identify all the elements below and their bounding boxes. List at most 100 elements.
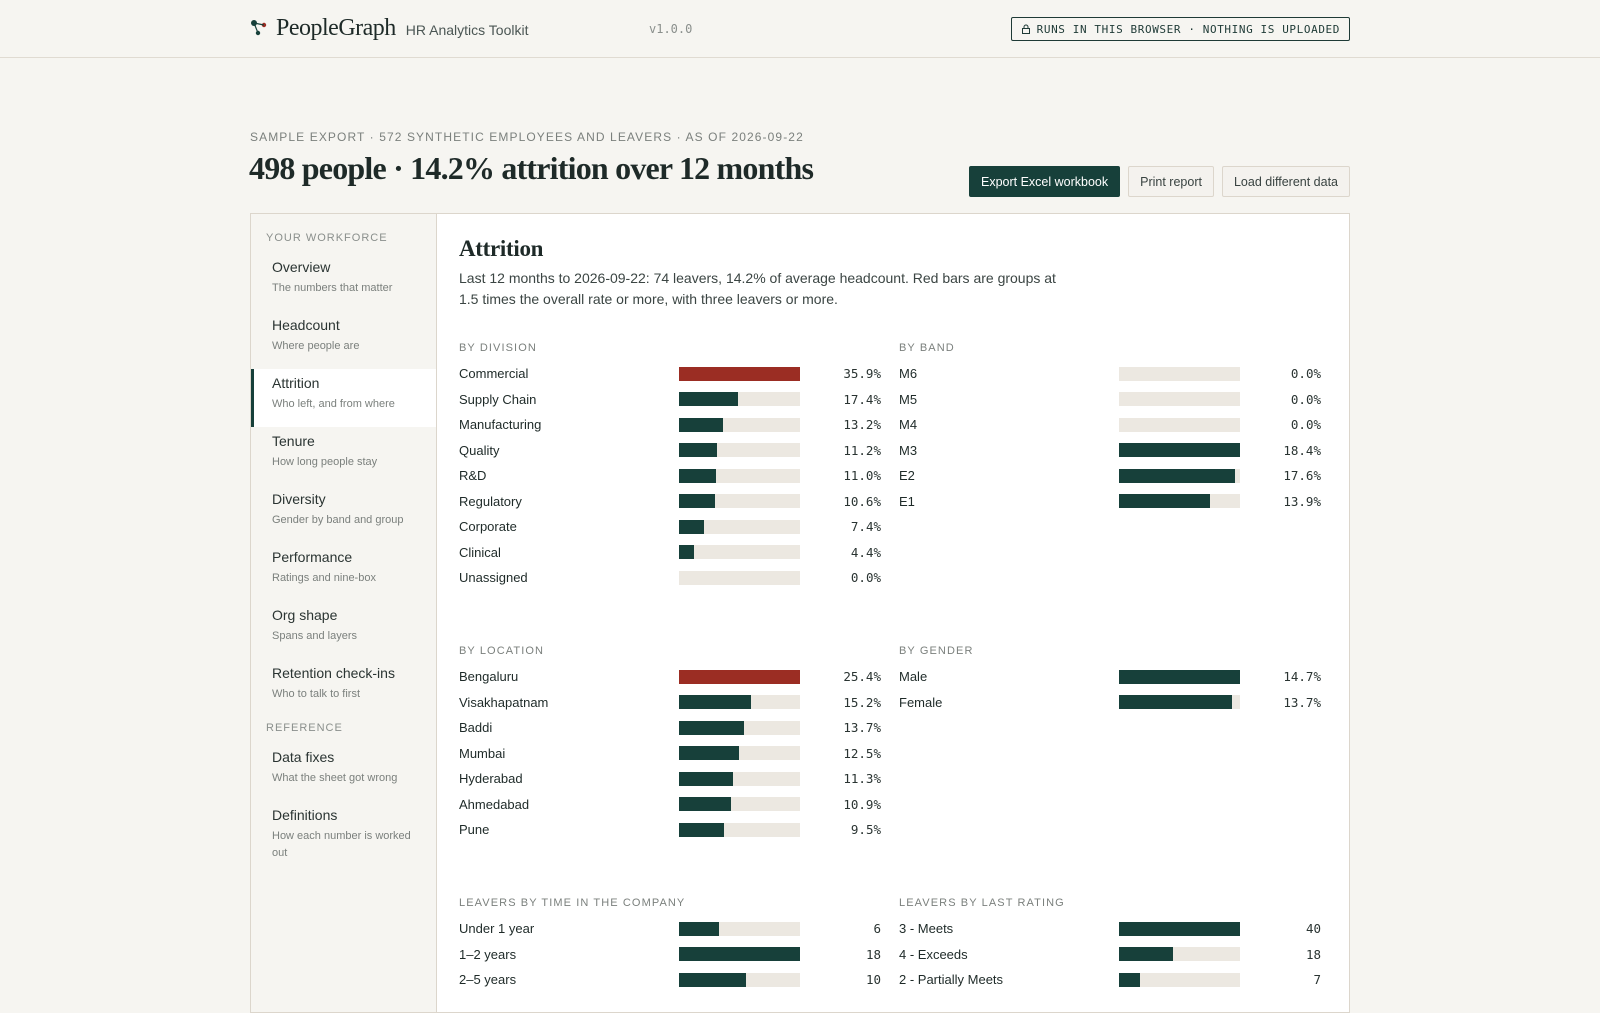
sidebar-item-org-shape[interactable]: Org shape Spans and layers (251, 601, 436, 659)
bar-row: Corporate 7.4% (459, 514, 881, 540)
sidebar-item-definitions[interactable]: Definitions How each number is worked ou… (251, 801, 436, 876)
bar-row: Pune 9.5% (459, 817, 881, 843)
bar-label: E1 (899, 493, 915, 509)
bar-label: Quality (459, 442, 500, 458)
bar-value-label: 7 (1313, 972, 1321, 988)
bar-track (1119, 669, 1240, 684)
bar-track (679, 720, 800, 735)
bar-value-label: 10 (865, 972, 881, 988)
top-bar: PeopleGraph HR Analytics Toolkit v1.0.0 … (0, 0, 1600, 58)
bar-track (679, 822, 800, 837)
chart-title: BY BAND (899, 342, 955, 354)
bar-track (1119, 695, 1240, 710)
bar (679, 921, 720, 936)
bar-label: Pune (459, 822, 490, 838)
bar-row: Manufacturing 13.2% (459, 412, 881, 438)
chart-rows: Commercial 35.9% Supply Chain 17.4% Manufact… (459, 361, 881, 591)
sidebar-item-desc: How long people stay (272, 456, 378, 468)
chart-title: BY GENDER (899, 645, 974, 657)
bar-track (1119, 366, 1240, 381)
sidebar-item-label: Data fixes (272, 749, 335, 765)
bar (1119, 947, 1174, 962)
bar-row: Clinical 4.4% (459, 540, 881, 566)
bar-row: Ahmedabad 10.9% (459, 792, 881, 818)
bar-value-label: 0.0% (1290, 417, 1321, 433)
load-data-button[interactable]: Load different data (1221, 166, 1350, 197)
bar-track (679, 392, 800, 407)
sidebar-item-tenure[interactable]: Tenure How long people stay (251, 427, 436, 485)
sidebar-item-desc: How each number is worked out (272, 830, 411, 859)
bar (1119, 443, 1240, 458)
bar-value-label: 0.0% (1290, 391, 1321, 407)
bar (679, 695, 752, 710)
bar-track (1119, 417, 1240, 432)
bar-track (679, 921, 800, 936)
bar-row: E2 17.6% (899, 463, 1321, 489)
sidebar-item-desc: The numbers that matter (272, 282, 393, 294)
chart-by-gender: BY GENDER Male 14.7% Female 13.7% (899, 645, 1321, 715)
header-actions: Export Excel workbook Print report Load … (968, 166, 1350, 197)
sidebar-item-diversity[interactable]: Diversity Gender by band and group (251, 485, 436, 543)
bar-value-label: 18.4% (1283, 442, 1321, 458)
bar-row: M3 18.4% (899, 438, 1321, 464)
bar-value-label: 6 (873, 921, 881, 937)
bar-value-label: 4.4% (850, 544, 881, 560)
sidebar-item-overview[interactable]: Overview The numbers that matter (251, 253, 436, 311)
bar-label: M4 (899, 417, 918, 433)
bar (679, 417, 724, 432)
sidebar-section-reference: REFERENCE (266, 722, 343, 734)
chart-rows: Under 1 year 6 1–2 years 18 2–5 years 10 (459, 916, 881, 993)
chart-title: LEAVERS BY TIME IN THE COMPANY (459, 897, 686, 909)
bar-value-label: 15.2% (843, 694, 881, 710)
bar-row: Unassigned 0.0% (459, 565, 881, 591)
bar-row: Commercial 35.9% (459, 361, 881, 387)
bar-value-label: 40 (1305, 921, 1321, 937)
chart-by-band: BY BAND M6 0.0% M5 0.0% M4 0.0% M3 18.4% E2 17.6%… (899, 342, 1321, 514)
section-title: Attrition (459, 236, 544, 261)
bar-track (679, 669, 800, 684)
bar-track (679, 468, 800, 483)
bar-track (1119, 921, 1240, 936)
chart-rows: Male 14.7% Female 13.7% (899, 664, 1321, 715)
print-report-button[interactable]: Print report (1128, 166, 1214, 197)
sidebar-item-performance[interactable]: Performance Ratings and nine-box (251, 543, 436, 601)
sidebar-item-attrition[interactable]: Attrition Who left, and from where (251, 369, 436, 427)
bar-label: M3 (899, 442, 918, 458)
bar-value-label: 17.6% (1283, 468, 1321, 484)
bar (679, 468, 717, 483)
chart-rows: 3 - Meets 40 4 - Exceeds 18 2 - Partially Me… (899, 916, 1321, 993)
sidebar-item-label: Tenure (272, 433, 315, 449)
bar-value-label: 11.2% (843, 442, 881, 458)
bar-row: Mumbai 12.5% (459, 741, 881, 767)
bar (679, 771, 733, 786)
page-title: 498 people · 14.2% attrition over 12 mon… (249, 150, 814, 186)
chart-title: LEAVERS BY LAST RATING (899, 897, 1065, 909)
sidebar-item-desc: Who to talk to first (272, 688, 361, 700)
bar-value-label: 11.0% (843, 468, 881, 484)
bar-track (679, 746, 800, 761)
sidebar-item-data-fixes[interactable]: Data fixes What the sheet got wrong (251, 743, 436, 801)
sidebar-item-headcount[interactable]: Headcount Where people are (251, 311, 436, 369)
bar (1119, 494, 1211, 509)
bar-label: 3 - Meets (899, 921, 954, 937)
graph-logo-icon (251, 20, 267, 36)
bar (679, 392, 738, 407)
sidebar-item-retention-check-ins[interactable]: Retention check-ins Who to talk to first (251, 659, 436, 717)
bar (1119, 669, 1240, 684)
bar (679, 519, 704, 534)
bar-label: Female (899, 694, 943, 710)
bar-label: E2 (899, 468, 915, 484)
main-content: Attrition Last 12 months to 2026-09-22: … (437, 214, 1349, 1012)
bar-track (679, 570, 800, 585)
brand[interactable]: PeopleGraph HR Analytics Toolkit (250, 15, 528, 42)
bar-row: 2–5 years 10 (459, 967, 881, 993)
bar-track (1119, 494, 1240, 509)
bar-label: Corporate (459, 519, 517, 535)
bar-track (679, 494, 800, 509)
bar-value-label: 18 (1305, 946, 1321, 962)
bar-label: 4 - Exceeds (899, 946, 968, 962)
bar-track (1119, 443, 1240, 458)
sidebar-item-desc: Ratings and nine-box (272, 572, 376, 584)
export-excel-button[interactable]: Export Excel workbook (968, 166, 1121, 197)
chart-leavers-by-tenure: LEAVERS BY TIME IN THE COMPANY Under 1 y… (459, 897, 881, 993)
